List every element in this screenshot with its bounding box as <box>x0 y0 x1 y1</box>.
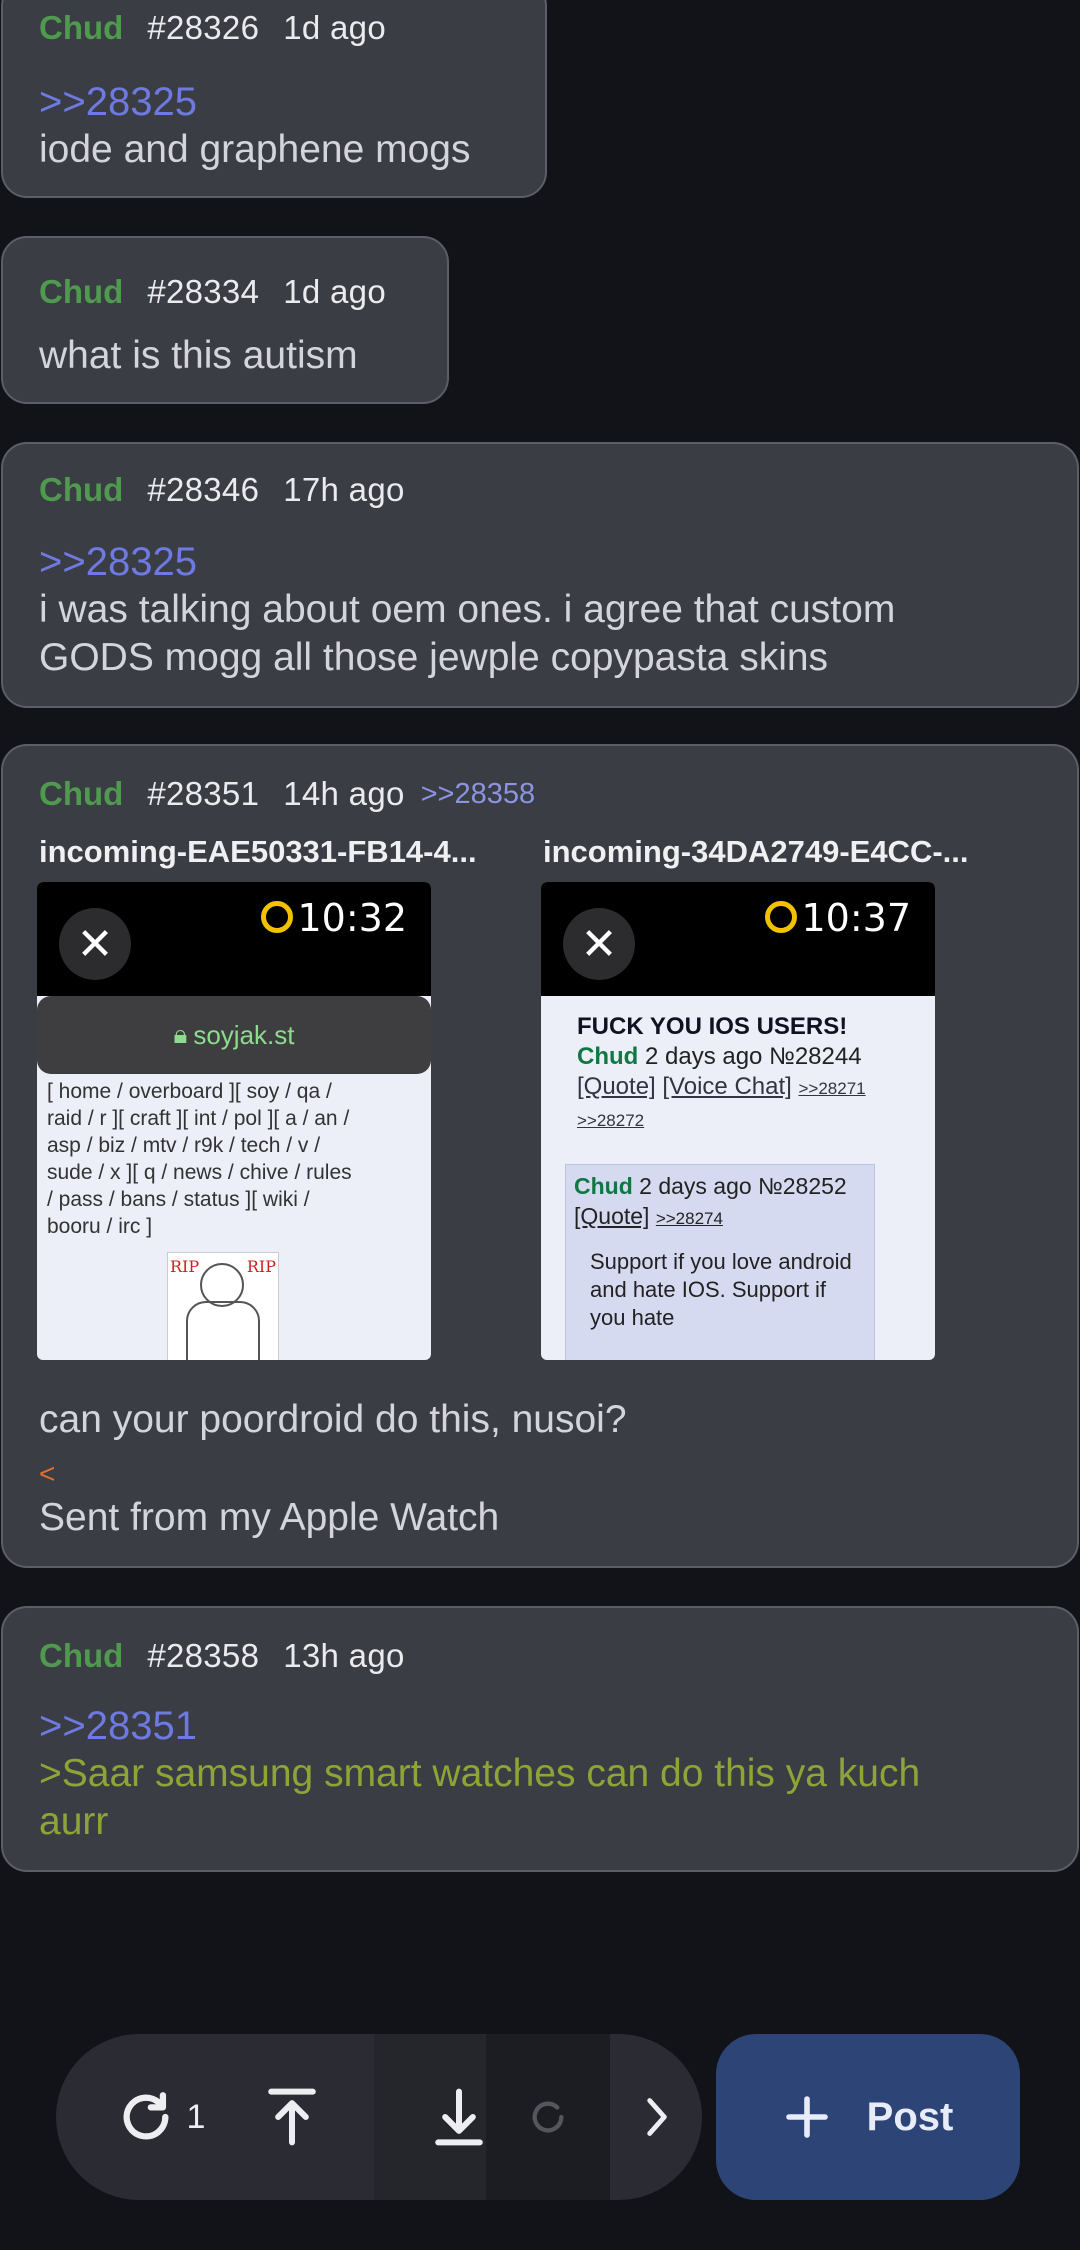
clock-time: 10:37 <box>801 896 911 940</box>
poster-name: Chud <box>39 471 124 508</box>
post-number[interactable]: #28358 <box>147 1637 259 1675</box>
post-text: what is this autism <box>39 334 358 377</box>
image-thumbnail[interactable]: ✕ 10:37 FUCK YOU IOS USERS! Chud 2 days … <box>541 882 935 1360</box>
lock-icon: 🔒︎ <box>173 1019 188 1049</box>
post-number[interactable]: #28334 <box>147 273 259 311</box>
refresh-button[interactable]: 1 <box>76 2034 246 2200</box>
poster-name: Chud <box>39 9 124 46</box>
quoted-when: 2 days ago <box>639 1173 752 1199</box>
close-icon: ✕ <box>59 908 131 980</box>
quoted-voice: [Voice Chat] <box>662 1073 792 1100</box>
post-text: < <box>39 1458 56 1489</box>
body-drawing <box>186 1301 260 1360</box>
quoted-quote: [Quote] <box>577 1073 656 1100</box>
post-age: 13h ago <box>283 1637 405 1674</box>
more-button[interactable] <box>612 2034 702 2200</box>
post-number[interactable]: #28351 <box>147 775 259 813</box>
post-text: iode and graphene mogs <box>39 128 471 171</box>
post-button-label: Post <box>866 2094 954 2139</box>
post-age: 1d ago <box>283 273 386 310</box>
quoted-text: Support if you love android and hate IOS… <box>590 1249 852 1330</box>
file-name[interactable]: incoming-34DA2749-E4CC-... <box>543 834 969 870</box>
post-age: 1d ago <box>283 9 386 46</box>
arrow-to-top-icon <box>268 2088 316 2146</box>
post-text: can your poordroid do this, nusoi? <box>39 1398 627 1441</box>
post-number[interactable]: #28346 <box>147 471 259 509</box>
clock: 10:37 <box>765 896 911 940</box>
post: Chud #28346 17h ago >>28325 i was talkin… <box>1 442 1079 708</box>
post: Chud #28351 14h ago >>28358 incoming-EAE… <box>1 744 1079 1568</box>
image-thumbnail[interactable]: ✕ 10:32 🔒︎ soyjak.st [ home / overboard ]… <box>37 882 431 1360</box>
refresh-count: 1 <box>186 2097 206 2136</box>
post-text: i was talking about oem ones. i agree th… <box>39 588 896 631</box>
quote-link[interactable]: >>28351 <box>39 1704 197 1749</box>
rip-label: RIP <box>170 1257 200 1276</box>
quoted-post: FUCK YOU IOS USERS! Chud 2 days ago №282… <box>577 1012 915 1136</box>
quoted-no: №28252 <box>758 1173 847 1199</box>
post-text: Sent from my Apple Watch <box>39 1496 500 1539</box>
thread-toolbar: 1 <box>56 2034 702 2200</box>
chevron-right-icon <box>647 2098 667 2136</box>
quoted-no: №28244 <box>769 1043 862 1070</box>
ring-icon <box>765 901 798 933</box>
partial-button[interactable] <box>486 2034 610 2200</box>
backlink[interactable]: >>28358 <box>421 778 536 811</box>
arrow-to-bottom-icon <box>435 2088 483 2146</box>
quoted-name: Chud <box>574 1173 633 1199</box>
greentext: aurr <box>39 1800 109 1843</box>
quoted-when: 2 days ago <box>644 1043 763 1070</box>
post-number[interactable]: #28326 <box>147 9 259 47</box>
post-age: 17h ago <box>283 471 405 508</box>
rip-image: RIP RIP <box>167 1252 279 1360</box>
poster-name: Chud <box>39 273 124 310</box>
rip-label: RIP <box>246 1257 276 1276</box>
quote-link[interactable]: >>28325 <box>39 540 197 585</box>
refresh-icon <box>123 2092 169 2140</box>
scroll-top-button[interactable] <box>232 2034 352 2200</box>
refresh-icon <box>532 2101 564 2133</box>
url-bar: 🔒︎ soyjak.st <box>37 996 431 1074</box>
quote-link[interactable]: >>28325 <box>39 80 197 125</box>
file-name[interactable]: incoming-EAE50331-FB14-4... <box>39 834 477 870</box>
quoted-quote: [Quote] <box>574 1203 650 1229</box>
close-icon: ✕ <box>563 908 635 980</box>
quoted-reply: Chud 2 days ago №28252 [Quote] >>28274 S… <box>565 1164 875 1360</box>
board-nav: [ home / overboard ][ soy / qa / raid / … <box>47 1080 352 1238</box>
quoted-title: FUCK YOU IOS USERS! <box>577 1013 848 1040</box>
url-text: soyjak.st <box>193 1019 295 1050</box>
post: Chud #28358 13h ago >>28351 >Saar samsun… <box>1 1606 1079 1872</box>
post-age: 14h ago <box>283 775 405 812</box>
plus-icon <box>785 2096 828 2138</box>
greentext: >Saar samsung smart watches can do this … <box>39 1752 921 1795</box>
post: Chud #28334 1d ago what is this autism <box>1 236 449 404</box>
poster-name: Chud <box>39 775 124 812</box>
post-button[interactable]: Post <box>716 2034 1020 2200</box>
poster-name: Chud <box>39 1637 124 1674</box>
quoted-backlinks: >>28274 <box>655 1209 723 1228</box>
ring-icon <box>261 901 294 933</box>
clock-time: 10:32 <box>297 896 407 940</box>
clock: 10:32 <box>261 896 407 940</box>
post-text: GODS mogg all those jewple copypasta ski… <box>39 636 829 679</box>
post: Chud #28326 1d ago >>28325 iode and grap… <box>1 0 547 198</box>
quoted-name: Chud <box>577 1043 639 1070</box>
